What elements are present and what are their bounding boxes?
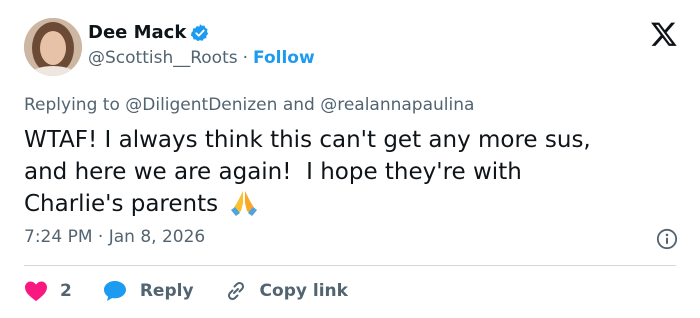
separator-dot: · [242,48,249,68]
reply-label: Reply [139,281,194,301]
avatar[interactable] [24,18,82,76]
divider [24,265,676,266]
reply-button[interactable]: Reply [102,279,194,303]
tweet-date: Jan 8, 2026 [108,227,206,247]
like-count: 2 [60,281,72,301]
folded-hands-emoji [231,191,258,216]
info-icon[interactable] [656,228,678,250]
author-handle[interactable]: @Scottish__Roots [88,48,238,68]
follow-button[interactable]: Follow [253,48,315,68]
x-logo-icon[interactable] [650,20,678,48]
heart-icon [25,281,47,301]
mention-diligentdenizen[interactable]: @DiligentDenizen [125,95,277,115]
verified-badge-icon [191,23,209,41]
link-icon [227,281,244,301]
reply-bubble-icon [103,281,126,301]
reply-prefix: Replying to [24,95,120,115]
tweet-timestamp[interactable]: 7:24 PM · Jan 8, 2026 [24,227,205,247]
reply-conjunction: and [282,95,315,115]
tweet-time: 7:24 PM [24,227,93,247]
reply-context: Replying to @DiligentDenizen and @realan… [24,95,474,115]
mention-realannapaulina[interactable]: @realannapaulina [320,95,474,115]
author-name[interactable]: Dee Mack [88,22,186,43]
tweet-text: WTAF! I always think this can't get any … [24,124,674,220]
action-bar: 2 Reply Copy link [24,277,378,305]
like-button[interactable]: 2 [24,280,72,302]
copy-link-label: Copy link [259,281,348,301]
tweet-body: WTAF! I always think this can't get any … [24,127,591,217]
copy-link-button[interactable]: Copy link [224,279,348,303]
meta-separator: · [97,227,104,247]
avatar-image [24,18,82,76]
